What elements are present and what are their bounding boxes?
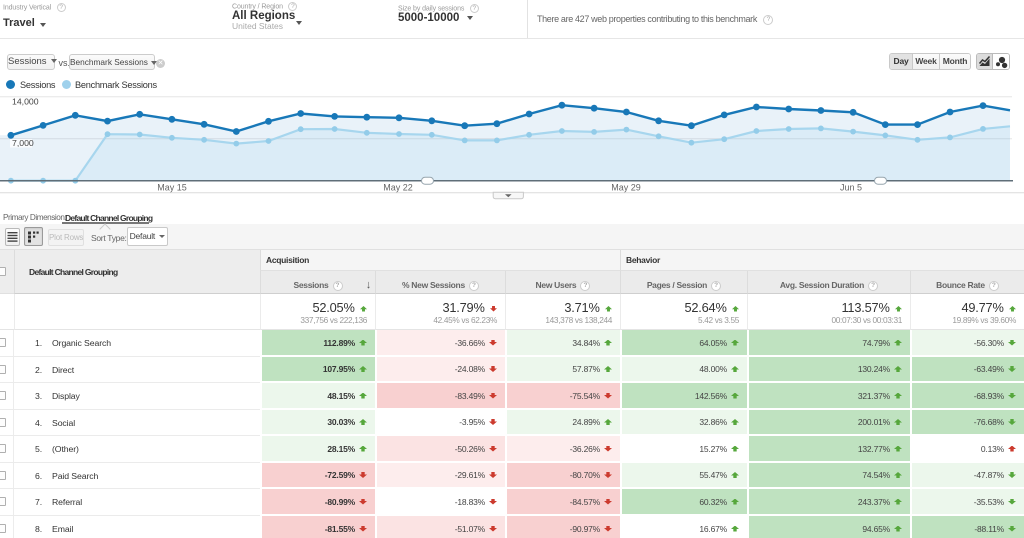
svg-text:May 29: May 29 bbox=[611, 183, 641, 193]
svg-text:Jun 5: Jun 5 bbox=[840, 183, 862, 193]
svg-text:May 15: May 15 bbox=[157, 183, 187, 193]
svg-text:14,000: 14,000 bbox=[12, 96, 39, 106]
svg-text:7,000: 7,000 bbox=[12, 138, 34, 148]
svg-text:May 22: May 22 bbox=[383, 183, 413, 193]
